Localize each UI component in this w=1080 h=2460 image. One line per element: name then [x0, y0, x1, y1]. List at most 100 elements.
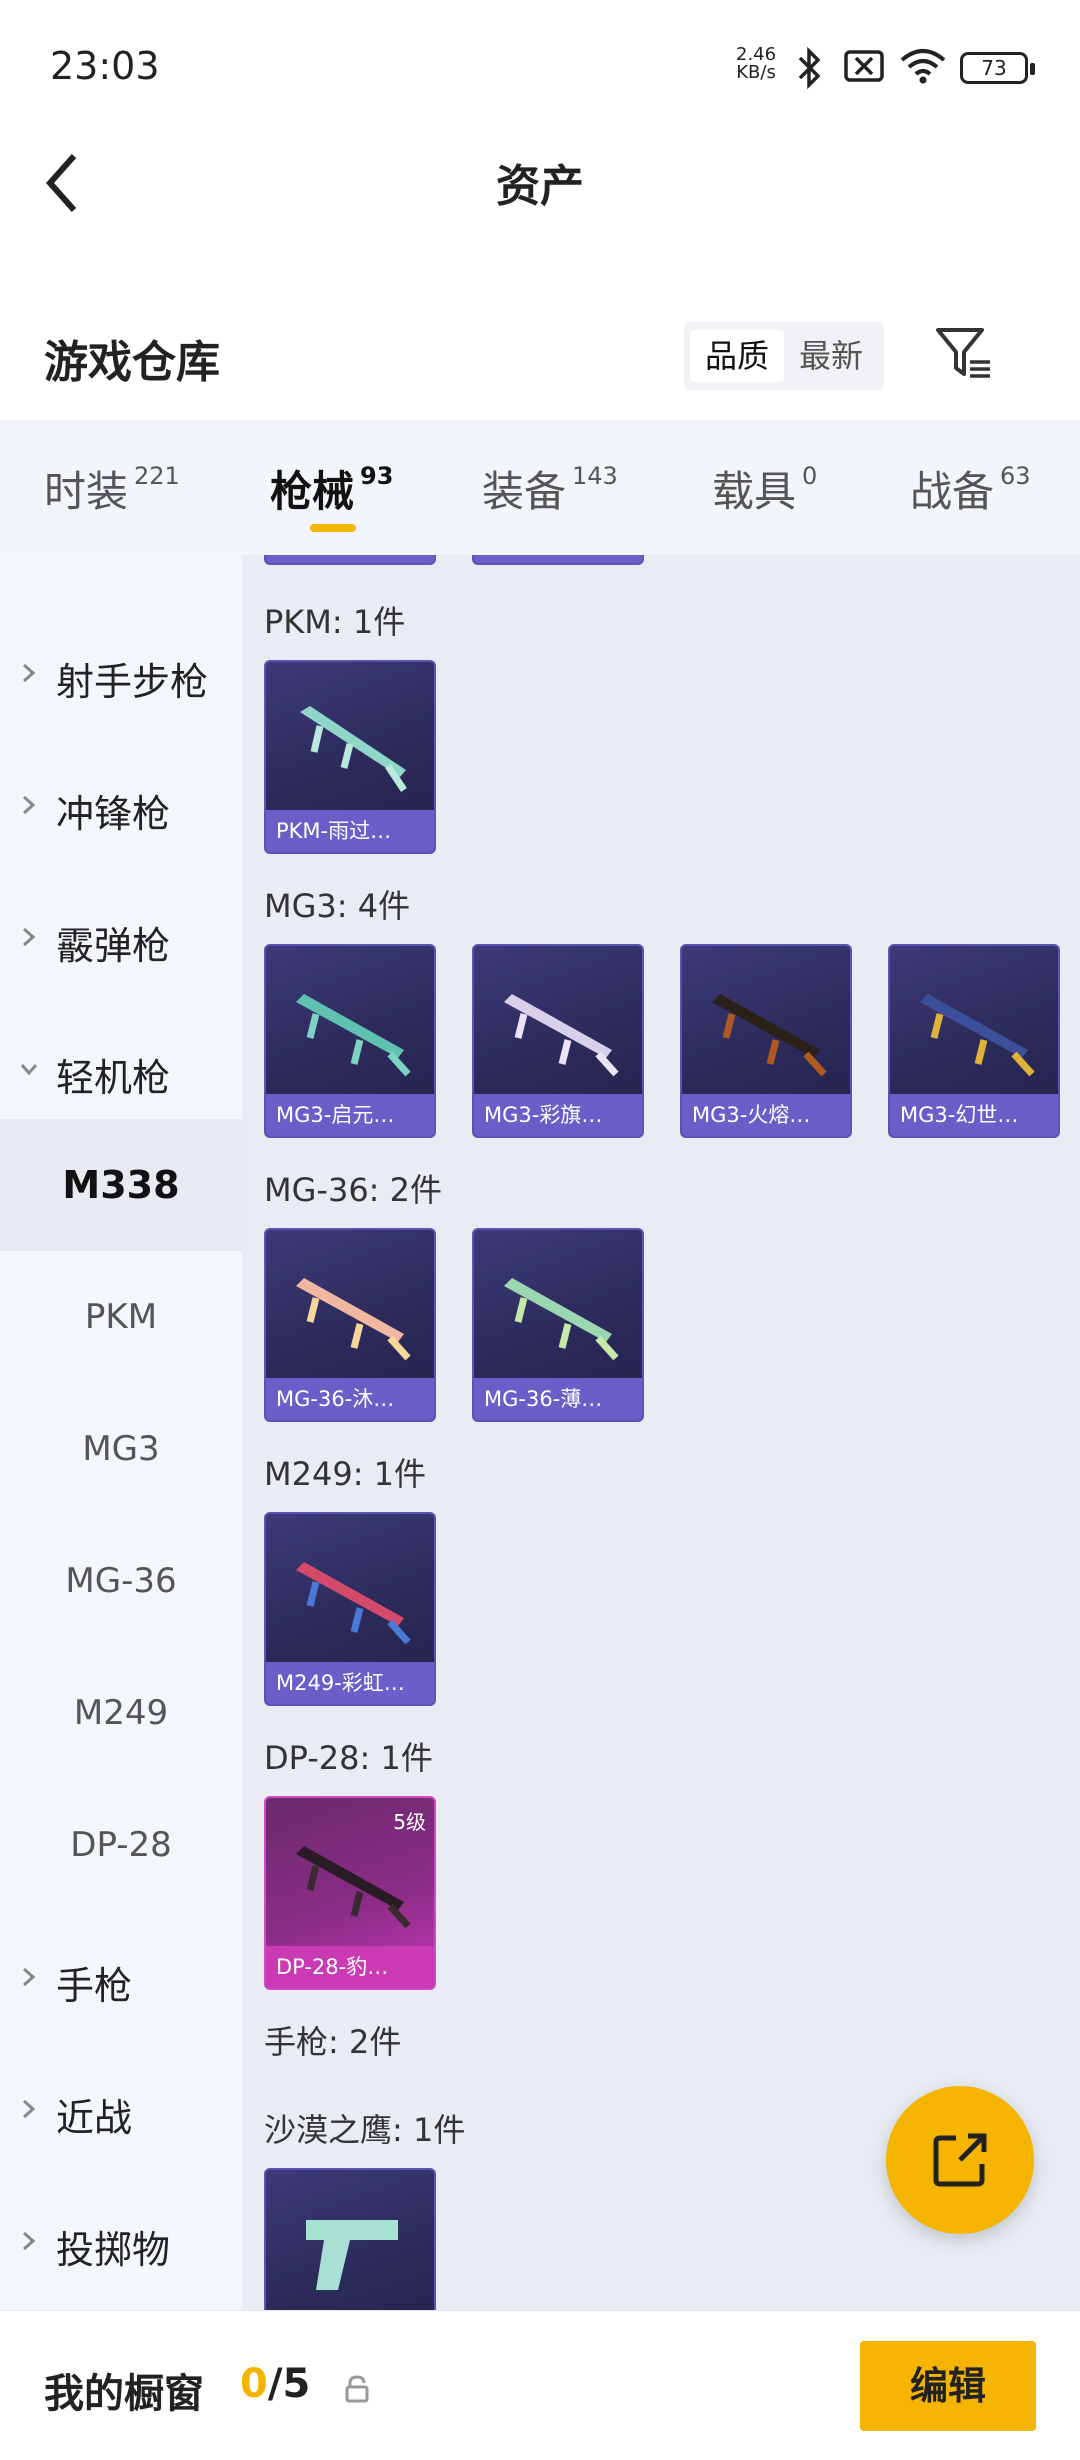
sidebar-sub-mg36[interactable]: MG-36 — [0, 1515, 242, 1647]
chevron-right-icon — [23, 2099, 36, 2119]
item-name: MG3-火熔… — [682, 1094, 850, 1136]
group-title: 沙漠之鹰: 1件 — [264, 2111, 466, 2149]
tab-firearms[interactable]: 枪械 93 — [270, 458, 393, 519]
sidebar-item-smg[interactable]: 冲锋枪 — [0, 739, 242, 871]
tab-count: 0 — [802, 462, 818, 490]
showcase-used: 0 — [240, 2361, 268, 2407]
tab-label: 载具 — [712, 467, 797, 516]
share-fab-button[interactable] — [886, 2086, 1034, 2234]
sidebar-item-throwable[interactable]: 投掷物 — [0, 2175, 242, 2307]
tab-equipment[interactable]: 装备 143 — [482, 458, 618, 519]
status-bar: 23:03 2.46 KB/s 73 — [0, 0, 1080, 130]
machine-gun-icon — [296, 994, 411, 1077]
sidebar-sub-m249[interactable]: M249 — [0, 1647, 242, 1779]
showcase-count: 0/5 — [240, 2361, 310, 2407]
bluetooth-icon — [798, 46, 821, 90]
group-title: MG3: 4件 — [264, 887, 411, 925]
item-card[interactable]: PKM-雨过… — [264, 660, 436, 854]
net-speed: 2.46 KB/s — [736, 46, 776, 82]
category-tabs: 时装 221 枪械 93 装备 143 载具 0 战备 63 — [0, 420, 1080, 555]
item-name: MG3-彩旗… — [474, 1094, 642, 1136]
tab-vehicles[interactable]: 载具 0 — [712, 458, 817, 519]
sidebar-sub-m338[interactable]: M338 — [0, 1119, 242, 1251]
sidebar-item-label: 射手步枪 — [56, 660, 209, 704]
external-link-icon — [933, 2133, 987, 2187]
group-title: M249: 1件 — [264, 1455, 427, 1493]
item-name: PKM-雨过… — [266, 810, 434, 852]
sidebar-item-pistol[interactable]: 手枪 — [0, 1911, 242, 2043]
item-grid: PKM: 1件 PKM-雨过… MG3: 4件 MG3-启元… MG3-彩旗… … — [242, 555, 1080, 2310]
tab-count: 221 — [134, 462, 180, 490]
sidebar-item-marksman-rifle[interactable]: 射手步枪 — [0, 607, 242, 739]
group-title: PKM: 1件 — [264, 603, 406, 641]
filter-icon[interactable] — [934, 324, 994, 384]
sidebar-sub-pkm[interactable]: PKM — [0, 1251, 242, 1383]
item-card[interactable]: MG3-幻世… — [888, 944, 1060, 1138]
rifle-icon — [504, 1278, 619, 1361]
wifi-icon — [900, 49, 946, 84]
group-title: MG-36: 2件 — [264, 1171, 442, 1209]
tab-label: 装备 — [482, 467, 567, 516]
sidebar-item-label: 霰弹枪 — [56, 924, 171, 968]
item-name: MG-36-薄… — [474, 1378, 642, 1420]
group-title: DP-28: 1件 — [264, 1739, 433, 1777]
chevron-right-icon — [23, 663, 36, 683]
item-card[interactable] — [264, 2168, 436, 2310]
chevron-right-icon — [23, 795, 36, 815]
tab-count: 143 — [572, 462, 618, 490]
bottom-bar: 我的橱窗 0/5 编辑 — [0, 2310, 1080, 2460]
item-card[interactable]: MG3-火熔… — [680, 944, 852, 1138]
sidebar-item-label: 近战 — [56, 2096, 133, 2140]
machine-gun-icon — [296, 1846, 411, 1929]
net-speed-unit: KB/s — [736, 62, 776, 83]
item-card[interactable]: MG3-启元… — [264, 944, 436, 1138]
showcase-total: /5 — [267, 2361, 311, 2407]
sidebar-item-melee[interactable]: 近战 — [0, 2043, 242, 2175]
no-sim-icon — [844, 50, 884, 82]
sidebar-item-label: 手枪 — [56, 1964, 133, 2008]
sidebar-item-lmg[interactable]: 轻机枪 — [0, 1003, 242, 1135]
item-name: MG-36-沐… — [266, 1378, 434, 1420]
edit-button[interactable]: 编辑 — [860, 2341, 1036, 2431]
page-title: 资产 — [496, 161, 584, 212]
group-title: 手枪: 2件 — [264, 2023, 402, 2061]
tab-count: 63 — [1000, 462, 1031, 490]
machine-gun-icon — [712, 994, 827, 1077]
tab-fashion[interactable]: 时装 221 — [44, 458, 180, 519]
item-card[interactable]: MG3-彩旗… — [472, 944, 644, 1138]
machine-gun-icon — [504, 994, 619, 1077]
machine-gun-icon — [920, 994, 1035, 1077]
item-card[interactable]: MG-36-薄… — [472, 1228, 644, 1422]
pistol-icon — [306, 2220, 398, 2290]
item-card[interactable]: M249-彩虹… — [264, 1512, 436, 1706]
sidebar-sub-mg3[interactable]: MG3 — [0, 1383, 242, 1515]
item-card[interactable]: MG-36-沐… — [264, 1228, 436, 1422]
item-name: MG3-启元… — [266, 1094, 434, 1136]
machine-gun-icon — [296, 1562, 411, 1645]
sidebar-item-label: 冲锋枪 — [56, 792, 171, 836]
item-card[interactable]: 5级 DP-28-豹… — [264, 1796, 436, 1990]
sort-latest-button[interactable]: 最新 — [784, 330, 878, 382]
warehouse-header: 游戏仓库 品质 最新 — [0, 280, 1080, 420]
status-time: 23:03 — [50, 44, 160, 88]
sidebar-item-shotgun[interactable]: 霰弹枪 — [0, 871, 242, 1003]
warehouse-title: 游戏仓库 — [44, 337, 220, 388]
tab-count: 93 — [360, 462, 394, 490]
item-name: DP-28-豹… — [266, 1946, 434, 1988]
item-card-partial[interactable] — [472, 555, 644, 565]
sidebar-sub-dp28[interactable]: DP-28 — [0, 1779, 242, 1911]
sort-toggle: 品质 最新 — [684, 322, 884, 390]
showcase-label: 我的橱窗 — [44, 2371, 204, 2417]
tab-supplies[interactable]: 战备 63 — [910, 458, 1031, 519]
battery-icon: 73 — [960, 52, 1035, 84]
tab-label: 时装 — [44, 467, 129, 516]
item-card-partial[interactable] — [264, 555, 436, 565]
nav-bar: 资产 — [0, 130, 1080, 280]
active-tab-indicator — [310, 524, 356, 532]
machine-gun-icon — [300, 706, 407, 792]
sort-quality-button[interactable]: 品质 — [690, 330, 784, 382]
rifle-icon — [296, 1278, 411, 1361]
chevron-right-icon — [23, 2231, 36, 2251]
sidebar: 射手步枪 冲锋枪 霰弹枪 轻机枪 M338 PKM MG3 MG-36 M249… — [0, 555, 242, 2310]
tab-label: 枪械 — [270, 467, 355, 516]
